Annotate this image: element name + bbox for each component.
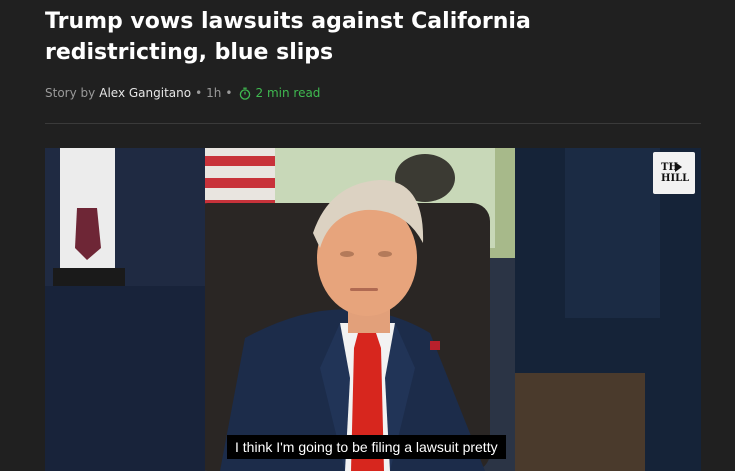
byline-prefix: Story by <box>45 86 96 100</box>
author-link[interactable]: Alex Gangitano <box>99 86 191 100</box>
the-hill-logo: TH HILL <box>653 152 695 194</box>
article-age: 1h <box>206 86 222 100</box>
divider <box>45 123 701 124</box>
video-frame <box>45 148 701 471</box>
video-caption: I think I'm going to be filing a lawsuit… <box>227 435 506 459</box>
read-time: 2 min read <box>239 86 321 100</box>
article-byline: Story by Alex Gangitano • 1h • 2 min rea… <box>45 86 320 100</box>
read-time-label: 2 min read <box>255 86 321 100</box>
timer-icon <box>239 87 250 100</box>
separator-dot: • <box>225 86 233 100</box>
play-icon <box>675 162 682 172</box>
separator-dot: • <box>195 86 203 100</box>
video-player[interactable]: TH HILL <box>45 148 701 471</box>
logo-line-2: HILL <box>661 173 690 184</box>
article-headline: Trump vows lawsuits against California r… <box>45 9 531 65</box>
